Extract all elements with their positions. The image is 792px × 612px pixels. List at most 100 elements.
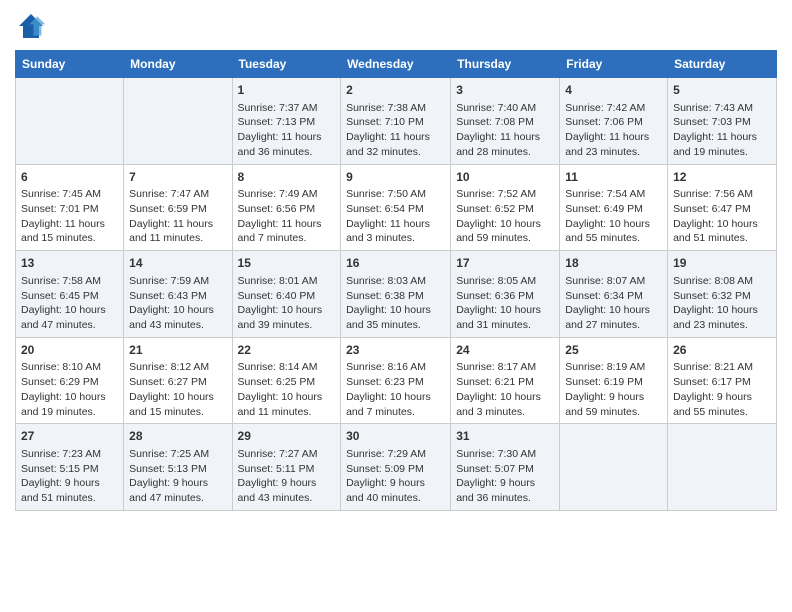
day-number: 31 <box>456 428 554 445</box>
day-number: 2 <box>346 82 445 99</box>
day-number: 9 <box>346 169 445 186</box>
day-number: 16 <box>346 255 445 272</box>
calendar-cell: 24Sunrise: 8:17 AM Sunset: 6:21 PM Dayli… <box>451 337 560 424</box>
calendar-cell: 3 Sunrise: 7:40 AM Sunset: 7:08 PM Daylig… <box>451 78 560 165</box>
day-info: Sunrise: 7:38 AM Sunset: 7:10 PM Dayligh… <box>346 101 445 160</box>
day-info: Sunrise: 7:50 AM Sunset: 6:54 PM Dayligh… <box>346 187 445 246</box>
calendar-cell: 20Sunrise: 8:10 AM Sunset: 6:29 PM Dayli… <box>16 337 124 424</box>
day-info: Sunrise: 7:40 AM Sunset: 7:08 PM Dayligh… <box>456 101 554 160</box>
calendar-cell: 21Sunrise: 8:12 AM Sunset: 6:27 PM Dayli… <box>124 337 232 424</box>
day-info: Sunrise: 7:47 AM Sunset: 6:59 PM Dayligh… <box>129 187 226 246</box>
day-info: Sunrise: 7:29 AM Sunset: 5:09 PM Dayligh… <box>346 447 445 506</box>
calendar-cell: 12Sunrise: 7:56 AM Sunset: 6:47 PM Dayli… <box>668 164 777 251</box>
day-info: Sunrise: 7:58 AM Sunset: 6:45 PM Dayligh… <box>21 274 118 333</box>
calendar-cell: 6Sunrise: 7:45 AM Sunset: 7:01 PM Daylig… <box>16 164 124 251</box>
column-header-monday: Monday <box>124 51 232 78</box>
day-number: 28 <box>129 428 226 445</box>
day-info: Sunrise: 7:37 AM Sunset: 7:13 PM Dayligh… <box>238 101 336 160</box>
day-info: Sunrise: 7:52 AM Sunset: 6:52 PM Dayligh… <box>456 187 554 246</box>
calendar-week-4: 20Sunrise: 8:10 AM Sunset: 6:29 PM Dayli… <box>16 337 777 424</box>
day-number: 29 <box>238 428 336 445</box>
day-info: Sunrise: 8:21 AM Sunset: 6:17 PM Dayligh… <box>673 360 771 419</box>
day-info: Sunrise: 8:03 AM Sunset: 6:38 PM Dayligh… <box>346 274 445 333</box>
day-info: Sunrise: 8:19 AM Sunset: 6:19 PM Dayligh… <box>565 360 662 419</box>
day-number: 13 <box>21 255 118 272</box>
column-header-tuesday: Tuesday <box>232 51 341 78</box>
calendar-table: SundayMondayTuesdayWednesdayThursdayFrid… <box>15 50 777 511</box>
day-info: Sunrise: 7:59 AM Sunset: 6:43 PM Dayligh… <box>129 274 226 333</box>
page-header <box>15 10 777 42</box>
calendar-cell: 5 Sunrise: 7:43 AM Sunset: 7:03 PM Daylig… <box>668 78 777 165</box>
calendar-cell: 13 Sunrise: 7:58 AM Sunset: 6:45 PM Dayli… <box>16 251 124 338</box>
column-header-friday: Friday <box>560 51 668 78</box>
day-number: 26 <box>673 342 771 359</box>
column-header-saturday: Saturday <box>668 51 777 78</box>
day-number: 20 <box>21 342 118 359</box>
calendar-cell: 7Sunrise: 7:47 AM Sunset: 6:59 PM Daylig… <box>124 164 232 251</box>
day-number: 17 <box>456 255 554 272</box>
column-header-thursday: Thursday <box>451 51 560 78</box>
calendar-cell: 16 Sunrise: 8:03 AM Sunset: 6:38 PM Dayli… <box>341 251 451 338</box>
calendar-cell: 26Sunrise: 8:21 AM Sunset: 6:17 PM Dayli… <box>668 337 777 424</box>
day-number: 18 <box>565 255 662 272</box>
logo <box>15 10 51 42</box>
calendar-cell: 17 Sunrise: 8:05 AM Sunset: 6:36 PM Dayli… <box>451 251 560 338</box>
calendar-cell: 27 Sunrise: 7:23 AM Sunset: 5:15 PM Dayli… <box>16 424 124 511</box>
day-number: 8 <box>238 169 336 186</box>
day-info: Sunrise: 8:05 AM Sunset: 6:36 PM Dayligh… <box>456 274 554 333</box>
calendar-cell: 28 Sunrise: 7:25 AM Sunset: 5:13 PM Dayli… <box>124 424 232 511</box>
column-header-sunday: Sunday <box>16 51 124 78</box>
day-info: Sunrise: 8:12 AM Sunset: 6:27 PM Dayligh… <box>129 360 226 419</box>
calendar-body: 1 Sunrise: 7:37 AM Sunset: 7:13 PM Daylig… <box>16 78 777 511</box>
day-info: Sunrise: 8:17 AM Sunset: 6:21 PM Dayligh… <box>456 360 554 419</box>
day-number: 4 <box>565 82 662 99</box>
day-number: 7 <box>129 169 226 186</box>
calendar-cell: 4 Sunrise: 7:42 AM Sunset: 7:06 PM Daylig… <box>560 78 668 165</box>
day-info: Sunrise: 7:49 AM Sunset: 6:56 PM Dayligh… <box>238 187 336 246</box>
day-number: 27 <box>21 428 118 445</box>
logo-icon <box>15 10 47 42</box>
calendar-cell: 31Sunrise: 7:30 AM Sunset: 5:07 PM Dayli… <box>451 424 560 511</box>
calendar-cell: 15 Sunrise: 8:01 AM Sunset: 6:40 PM Dayli… <box>232 251 341 338</box>
calendar-cell: 10Sunrise: 7:52 AM Sunset: 6:52 PM Dayli… <box>451 164 560 251</box>
day-info: Sunrise: 7:43 AM Sunset: 7:03 PM Dayligh… <box>673 101 771 160</box>
calendar-cell <box>16 78 124 165</box>
day-number: 1 <box>238 82 336 99</box>
day-info: Sunrise: 7:23 AM Sunset: 5:15 PM Dayligh… <box>21 447 118 506</box>
day-info: Sunrise: 7:56 AM Sunset: 6:47 PM Dayligh… <box>673 187 771 246</box>
day-info: Sunrise: 8:10 AM Sunset: 6:29 PM Dayligh… <box>21 360 118 419</box>
calendar-header: SundayMondayTuesdayWednesdayThursdayFrid… <box>16 51 777 78</box>
day-number: 6 <box>21 169 118 186</box>
day-info: Sunrise: 8:07 AM Sunset: 6:34 PM Dayligh… <box>565 274 662 333</box>
calendar-cell <box>668 424 777 511</box>
calendar-cell: 1 Sunrise: 7:37 AM Sunset: 7:13 PM Daylig… <box>232 78 341 165</box>
day-info: Sunrise: 8:16 AM Sunset: 6:23 PM Dayligh… <box>346 360 445 419</box>
calendar-cell: 11Sunrise: 7:54 AM Sunset: 6:49 PM Dayli… <box>560 164 668 251</box>
calendar-cell <box>124 78 232 165</box>
day-info: Sunrise: 8:08 AM Sunset: 6:32 PM Dayligh… <box>673 274 771 333</box>
calendar-week-2: 6Sunrise: 7:45 AM Sunset: 7:01 PM Daylig… <box>16 164 777 251</box>
day-number: 12 <box>673 169 771 186</box>
calendar-cell: 22Sunrise: 8:14 AM Sunset: 6:25 PM Dayli… <box>232 337 341 424</box>
day-number: 5 <box>673 82 771 99</box>
calendar-cell: 23Sunrise: 8:16 AM Sunset: 6:23 PM Dayli… <box>341 337 451 424</box>
day-number: 15 <box>238 255 336 272</box>
column-header-wednesday: Wednesday <box>341 51 451 78</box>
calendar-cell: 14Sunrise: 7:59 AM Sunset: 6:43 PM Dayli… <box>124 251 232 338</box>
day-info: Sunrise: 7:42 AM Sunset: 7:06 PM Dayligh… <box>565 101 662 160</box>
day-number: 10 <box>456 169 554 186</box>
day-info: Sunrise: 8:14 AM Sunset: 6:25 PM Dayligh… <box>238 360 336 419</box>
calendar-cell: 9Sunrise: 7:50 AM Sunset: 6:54 PM Daylig… <box>341 164 451 251</box>
calendar-cell: 18 Sunrise: 8:07 AM Sunset: 6:34 PM Dayli… <box>560 251 668 338</box>
calendar-week-1: 1 Sunrise: 7:37 AM Sunset: 7:13 PM Daylig… <box>16 78 777 165</box>
day-info: Sunrise: 8:01 AM Sunset: 6:40 PM Dayligh… <box>238 274 336 333</box>
day-number: 3 <box>456 82 554 99</box>
day-number: 23 <box>346 342 445 359</box>
day-info: Sunrise: 7:25 AM Sunset: 5:13 PM Dayligh… <box>129 447 226 506</box>
day-info: Sunrise: 7:45 AM Sunset: 7:01 PM Dayligh… <box>21 187 118 246</box>
day-number: 19 <box>673 255 771 272</box>
day-number: 22 <box>238 342 336 359</box>
day-number: 30 <box>346 428 445 445</box>
calendar-cell: 30 Sunrise: 7:29 AM Sunset: 5:09 PM Dayli… <box>341 424 451 511</box>
calendar-week-5: 27 Sunrise: 7:23 AM Sunset: 5:15 PM Dayli… <box>16 424 777 511</box>
